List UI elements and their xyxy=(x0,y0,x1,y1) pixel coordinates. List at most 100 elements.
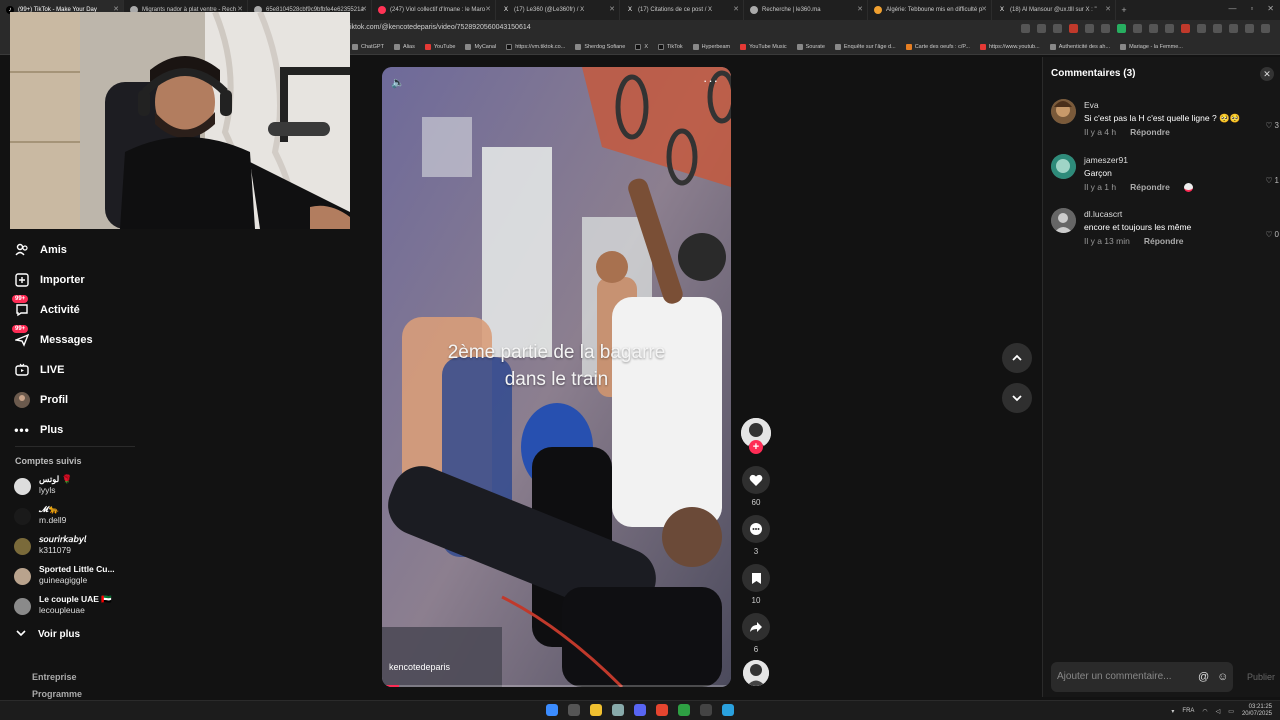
task-view-icon[interactable] xyxy=(568,704,580,716)
followed-account[interactable]: 𝓜🐆 m.dell9 xyxy=(14,504,154,534)
follow-plus-icon[interactable]: + xyxy=(749,440,763,454)
browser-tab[interactable]: (247) Viol collectif d'Imane : le Maro ✕ xyxy=(372,0,496,20)
bookmark[interactable]: https://www.youtub... xyxy=(979,44,1040,50)
reply-button[interactable]: Répondre xyxy=(1144,236,1184,246)
browser-tab[interactable]: X (17) Citations de ce post / X ✕ xyxy=(620,0,744,20)
sidebar-item-friends[interactable]: Amis xyxy=(14,235,194,265)
extension-icon[interactable] xyxy=(1165,24,1174,33)
sidebar-item-more[interactable]: ••• Plus xyxy=(14,415,194,445)
creator-avatar-button[interactable]: + xyxy=(740,418,772,454)
bookmark[interactable]: https://vm.tiktok.co... xyxy=(506,44,565,50)
like-button[interactable]: 60 xyxy=(740,466,772,507)
bookmark[interactable]: Alias xyxy=(393,44,415,50)
browser-tab[interactable]: X (18) Al Mansour @ux.tlll sur X : " ✕ xyxy=(992,0,1116,20)
publish-button[interactable]: Publier xyxy=(1247,672,1275,682)
close-icon[interactable]: ✕ xyxy=(1260,67,1274,81)
sidebar-item-messages[interactable]: 99+ Messages xyxy=(12,325,194,355)
wifi-icon[interactable]: ◠ xyxy=(1202,708,1207,715)
followed-account[interactable]: Le couple UAE 🇦🇪 lecoupleuae xyxy=(14,594,154,624)
notepad-icon[interactable] xyxy=(612,704,624,716)
bookmark[interactable]: Sherdog Sofiane xyxy=(575,44,625,50)
close-tab-icon[interactable]: ✕ xyxy=(1105,5,1111,13)
bookmark[interactable]: YouTube xyxy=(424,44,455,50)
url-field[interactable]: tiktok.com/@kencotedeparis/video/7528920… xyxy=(348,24,531,31)
reply-button[interactable]: Répondre xyxy=(1130,182,1170,192)
extension-icon[interactable] xyxy=(1021,24,1030,33)
close-tab-icon[interactable]: ✕ xyxy=(609,5,615,13)
video-player[interactable]: 🔈 ··· 2ème partie de la bagarre dans le … xyxy=(382,67,731,687)
maximize-icon[interactable]: ▫ xyxy=(1250,4,1253,13)
sidebar-item-activity[interactable]: 99+ Activité xyxy=(12,295,194,325)
bookmark[interactable]: Authenticité des ah... xyxy=(1049,44,1110,50)
discord-icon[interactable] xyxy=(634,704,646,716)
bookmark[interactable]: ChatGPT xyxy=(352,44,384,50)
language-indicator[interactable]: FRA xyxy=(1182,708,1194,714)
windows-start-icon[interactable] xyxy=(546,704,558,716)
system-clock[interactable]: 03:21:25 20/07/2025 xyxy=(1242,704,1272,718)
extension-icon[interactable] xyxy=(1181,24,1190,33)
sound-disc-button[interactable] xyxy=(740,660,772,686)
extension-icon[interactable] xyxy=(1229,24,1238,33)
bookmark[interactable]: Mariage - la Femme... xyxy=(1120,44,1183,50)
extension-icon[interactable] xyxy=(1149,24,1158,33)
video-progress-bar[interactable] xyxy=(382,685,731,687)
comment-button[interactable]: 3 xyxy=(740,515,772,556)
bookmark[interactable]: Enquête sur l'âge d... xyxy=(834,44,896,50)
extension-icon[interactable] xyxy=(1053,24,1062,33)
extension-icon[interactable] xyxy=(1261,24,1270,33)
extension-icon[interactable] xyxy=(1085,24,1094,33)
save-button[interactable]: 10 xyxy=(740,564,772,605)
comment-username[interactable]: jameszer91 xyxy=(1084,154,1279,167)
extension-icon[interactable] xyxy=(1117,24,1126,33)
telegram-icon[interactable] xyxy=(722,704,734,716)
file-explorer-icon[interactable] xyxy=(590,704,602,716)
comment-like-button[interactable]: ♡ 0 xyxy=(1265,230,1279,239)
comment-username[interactable]: Eva xyxy=(1084,99,1279,112)
close-tab-icon[interactable]: ✕ xyxy=(361,5,367,13)
bookmark[interactable]: Sourate xyxy=(796,44,825,50)
close-tab-icon[interactable]: ✕ xyxy=(485,5,491,13)
followed-account[interactable]: لوتس 🌹 lyyls xyxy=(14,474,154,504)
mention-icon[interactable]: @ xyxy=(1198,671,1209,683)
sidebar-item-profile[interactable]: Profil xyxy=(14,385,194,415)
close-tab-icon[interactable]: ✕ xyxy=(981,5,987,13)
brave-browser-icon[interactable] xyxy=(656,704,668,716)
browser-tab[interactable]: Recherche | le360.ma ✕ xyxy=(744,0,868,20)
sidebar-item-upload[interactable]: Importer xyxy=(14,265,194,295)
extension-icon[interactable] xyxy=(1069,24,1078,33)
obs-icon[interactable] xyxy=(700,704,712,716)
see-more-button[interactable]: Voir plus xyxy=(16,628,80,641)
bookmark[interactable]: Hyperbeam xyxy=(692,44,730,50)
browser-tab[interactable]: X (17) Le360 (@Le360fr) / X ✕ xyxy=(496,0,620,20)
browser-tab[interactable]: Algérie: Tebboune mis en difficulté p ✕ xyxy=(868,0,992,20)
extension-icon[interactable] xyxy=(1197,24,1206,33)
close-window-icon[interactable]: ✕ xyxy=(1267,4,1274,13)
extension-icon[interactable] xyxy=(1245,24,1254,33)
footer-link-company[interactable]: Entreprise xyxy=(32,669,82,686)
minimize-icon[interactable]: — xyxy=(1228,4,1236,13)
bookmark[interactable]: TikTok xyxy=(657,44,683,50)
followed-account[interactable]: 𝘴𝘰𝘶𝘳𝘪𝘳𝘬𝘢𝘣𝘺𝘭 k311079 xyxy=(14,534,154,564)
share-button[interactable]: 6 xyxy=(740,613,772,654)
bookmark[interactable]: MyCanal xyxy=(465,44,496,50)
extension-icon[interactable] xyxy=(1133,24,1142,33)
speaker-icon[interactable]: ◁ xyxy=(1216,708,1221,715)
battery-icon[interactable]: ▭ xyxy=(1228,708,1234,715)
extension-icon[interactable] xyxy=(1037,24,1046,33)
next-video-button[interactable] xyxy=(1002,383,1032,413)
reply-button[interactable]: Répondre xyxy=(1130,127,1170,137)
bookmark[interactable]: X xyxy=(635,44,648,50)
new-tab-button[interactable]: + xyxy=(1116,5,1132,15)
followed-account[interactable]: Sported Little Cu... guineagiggle xyxy=(14,564,154,594)
sidebar-item-live[interactable]: LIVE xyxy=(14,355,194,385)
network-icon[interactable]: ▾ xyxy=(1171,708,1174,715)
close-tab-icon[interactable]: ✕ xyxy=(857,5,863,13)
bookmark[interactable]: YouTube Music xyxy=(740,44,787,50)
emoji-icon[interactable]: ☺ xyxy=(1217,671,1228,683)
extension-icon[interactable] xyxy=(1213,24,1222,33)
bookmark[interactable]: Carte des oeufs : c/P... xyxy=(905,44,970,50)
volume-icon[interactable]: 🔈 xyxy=(391,76,405,89)
more-options-icon[interactable]: ··· xyxy=(703,73,719,88)
comment-username[interactable]: dl.lucascrt xyxy=(1084,208,1279,221)
close-tab-icon[interactable]: ✕ xyxy=(733,5,739,13)
